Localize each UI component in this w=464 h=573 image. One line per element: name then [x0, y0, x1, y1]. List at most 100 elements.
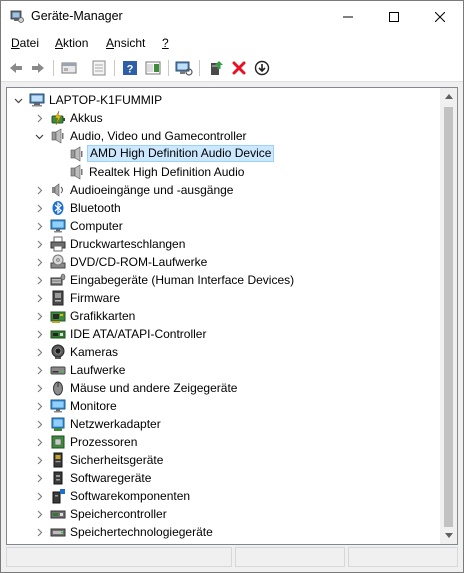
tree-device[interactable]: AMD High Definition Audio Device	[7, 145, 441, 163]
device-manager-icon	[10, 10, 24, 23]
speaker-icon	[69, 146, 85, 162]
tree-category[interactable]: Laufwerke	[7, 361, 441, 379]
tree-item-label: Eingabegeräte (Human Interface Devices)	[70, 273, 295, 287]
tree-category[interactable]: DVD/CD-ROM-Laufwerke	[7, 253, 441, 271]
processor-icon	[50, 434, 66, 450]
chevron-right-icon[interactable]	[34, 487, 44, 505]
chevron-right-icon[interactable]	[34, 415, 44, 433]
forward-button[interactable]	[28, 58, 48, 78]
device-tree[interactable]: LAPTOP-K1FUMMIP Akkus Audio, Video und Gam…	[6, 87, 458, 545]
tree-category[interactable]: Firmware	[7, 289, 441, 307]
tree-category[interactable]: IDE ATA/ATAPI-Controller	[7, 325, 441, 343]
menu-datei[interactable]: Datei	[11, 36, 39, 50]
tree-category[interactable]: Sicherheitsgeräte	[7, 451, 441, 469]
tree-category[interactable]: Bluetooth	[7, 199, 441, 217]
tree-category[interactable]: Softwaregeräte	[7, 469, 441, 487]
tree-category[interactable]: Grafikkarten	[7, 307, 441, 325]
chevron-right-icon[interactable]	[34, 343, 44, 361]
tree-category[interactable]: Netzwerkadapter	[7, 415, 441, 433]
svg-text:?: ?	[127, 64, 134, 76]
chevron-right-icon[interactable]	[34, 469, 44, 487]
status-cell-2	[235, 547, 345, 567]
tree-category[interactable]: Softwarekomponenten	[7, 487, 441, 505]
toolbar-separator	[53, 60, 54, 76]
action-pane-button[interactable]	[143, 58, 163, 78]
menu-ansicht[interactable]: Ansicht	[106, 36, 145, 50]
minimize-button[interactable]	[325, 1, 371, 32]
tree-category[interactable]: Speichertechnologiegeräte	[7, 523, 441, 541]
chevron-right-icon[interactable]	[34, 451, 44, 469]
tree-category[interactable]: Audio, Video und Gamecontroller	[7, 127, 441, 145]
tree-category[interactable]: Druckwarteschlangen	[7, 235, 441, 253]
tree-item-label: Laufwerke	[70, 363, 126, 377]
chevron-right-icon[interactable]	[34, 397, 44, 415]
chevron-right-icon[interactable]	[34, 217, 44, 235]
tree-item-label: Audioeingänge und -ausgänge	[70, 183, 234, 197]
tree-category[interactable]: Akkus	[7, 109, 441, 127]
scrollbar-thumb[interactable]	[444, 107, 453, 527]
uninstall-button[interactable]	[229, 58, 249, 78]
tree-category[interactable]: Computer	[7, 217, 441, 235]
firmware-icon	[50, 290, 66, 306]
tree-category[interactable]: Monitore	[7, 397, 441, 415]
chevron-right-icon[interactable]	[34, 505, 44, 523]
menu-aktion[interactable]: Aktion	[55, 36, 88, 50]
toolbar: ?	[1, 54, 463, 82]
close-button[interactable]	[417, 1, 463, 32]
title-bar[interactable]: Geräte-Manager	[1, 1, 463, 32]
tree-category[interactable]: Mäuse und andere Zeigegeräte	[7, 379, 441, 397]
chevron-down-icon[interactable]	[13, 91, 23, 109]
chevron-right-icon[interactable]	[34, 271, 44, 289]
forward-icon	[32, 63, 44, 73]
tree-item-label: Bluetooth	[70, 201, 121, 215]
chevron-right-icon[interactable]	[34, 289, 44, 307]
tree-root-computer[interactable]: LAPTOP-K1FUMMIP	[7, 91, 441, 109]
menu-help[interactable]: ?	[162, 36, 169, 50]
tree-category[interactable]: Speichercontroller	[7, 505, 441, 523]
chevron-right-icon[interactable]	[34, 307, 44, 325]
back-button[interactable]	[6, 58, 26, 78]
properties-icon	[61, 62, 77, 74]
bluetooth-icon	[50, 200, 66, 216]
tree-category[interactable]: Prozessoren	[7, 433, 441, 451]
tree-item-label: Speichertechnologiegeräte	[70, 525, 213, 539]
tree-category[interactable]: Eingabegeräte (Human Interface Devices)	[7, 271, 441, 289]
download-button[interactable]	[252, 58, 272, 78]
properties-button[interactable]	[59, 58, 79, 78]
chevron-right-icon[interactable]	[34, 235, 44, 253]
status-cell-3	[348, 547, 458, 567]
tree-item-label: Akkus	[70, 111, 103, 125]
maximize-button[interactable]	[371, 1, 417, 32]
chevron-right-icon[interactable]	[34, 523, 44, 541]
update-driver-button[interactable]	[206, 58, 226, 78]
tree-item-label: Softwarekomponenten	[70, 489, 191, 503]
tree-item-label: Firmware	[70, 291, 120, 305]
uninstall-icon	[232, 61, 246, 75]
computer-icon	[50, 218, 66, 234]
chevron-right-icon[interactable]	[34, 379, 44, 397]
chevron-right-icon[interactable]	[34, 253, 44, 271]
monitor-icon	[50, 398, 66, 414]
chevron-right-icon[interactable]	[34, 433, 44, 451]
chevron-right-icon[interactable]	[34, 109, 44, 127]
tree-item-label: Monitore	[70, 399, 117, 413]
security-device-icon	[50, 452, 66, 468]
close-icon	[435, 11, 445, 22]
chevron-right-icon[interactable]	[34, 361, 44, 379]
chevron-right-icon[interactable]	[34, 199, 44, 217]
chevron-right-icon[interactable]	[34, 325, 44, 343]
show-hide-button[interactable]	[89, 58, 109, 78]
help-button[interactable]: ?	[120, 58, 140, 78]
chevron-down-icon[interactable]	[34, 127, 44, 145]
computer-root-icon	[29, 92, 45, 108]
mouse-icon	[50, 380, 66, 396]
tree-category[interactable]: Audioeingänge und -ausgänge	[7, 181, 441, 199]
scroll-down-button[interactable]	[440, 527, 457, 544]
vertical-scrollbar[interactable]	[440, 88, 457, 544]
scan-hardware-button[interactable]	[174, 58, 194, 78]
tree-category[interactable]: Kameras	[7, 343, 441, 361]
scroll-up-button[interactable]	[440, 88, 457, 105]
storage-controller-icon	[50, 506, 66, 522]
tree-device[interactable]: Realtek High Definition Audio	[7, 163, 441, 181]
chevron-right-icon[interactable]	[34, 181, 44, 199]
